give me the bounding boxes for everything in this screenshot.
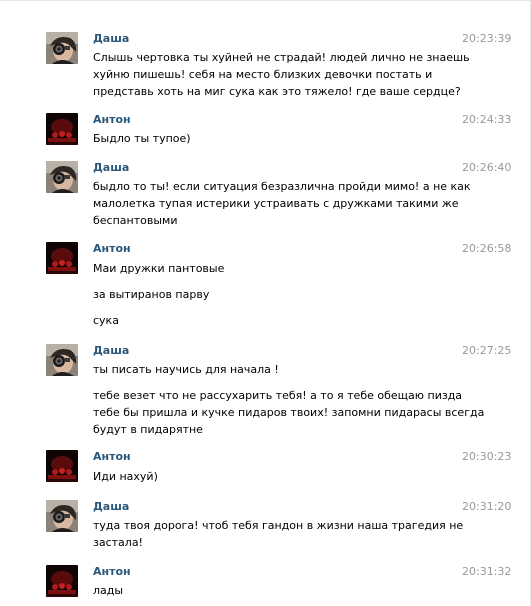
avatar-dasha[interactable] — [46, 32, 78, 64]
message-text-line: застала! — [93, 536, 143, 549]
message-author[interactable]: Антон — [93, 565, 131, 579]
message-author[interactable]: Даша — [93, 32, 129, 46]
user-photo-icon — [46, 450, 78, 482]
message-text-line: малолетка тупая истерики устраивать с др… — [93, 197, 459, 210]
message-author[interactable]: Даша — [93, 344, 129, 358]
message-text-line: сука — [93, 314, 119, 327]
message-history: Даша 20:23:39 Слышь чертовка ты хуйней н… — [0, 0, 531, 606]
user-photo-icon — [46, 500, 78, 532]
message-text-line: туда твоя дорога! чтоб тебя гандон в жиз… — [93, 519, 464, 532]
message-text-line: лады — [93, 584, 124, 597]
message-text-line: Слышь чертовка ты хуйней не страдай! люд… — [93, 51, 470, 64]
message-text-line: Маи дружки пантовые — [93, 262, 225, 275]
message-timestamp: 20:30:23 — [462, 450, 512, 463]
avatar-anton[interactable] — [46, 450, 78, 482]
message-timestamp: 20:26:40 — [462, 161, 512, 174]
avatar-dasha[interactable] — [46, 344, 78, 376]
message-timestamp: 20:26:58 — [462, 242, 512, 255]
message-timestamp: 20:31:32 — [462, 565, 512, 578]
user-photo-icon — [46, 32, 78, 64]
message-text-line: будут в пидарятне — [93, 423, 203, 436]
message-text-line: тебе бы пришла и кучке пидаров твоих! за… — [93, 406, 485, 419]
avatar-anton[interactable] — [46, 242, 78, 274]
message-text-line: за вытиранов парву — [93, 288, 210, 301]
user-photo-icon — [46, 113, 78, 145]
message-text-line: Быдло ты тупое) — [93, 132, 191, 145]
user-photo-icon — [46, 161, 78, 193]
message-text-line: тебе везет что не рассухарить тебя! а то… — [93, 389, 463, 402]
message-author[interactable]: Даша — [93, 500, 129, 514]
message-text-line: хуйню пишешь! себя на место близких дево… — [93, 68, 433, 81]
message-author[interactable]: Антон — [93, 242, 131, 256]
user-photo-icon — [46, 565, 78, 597]
message-timestamp: 20:27:25 — [462, 344, 512, 357]
avatar-anton[interactable] — [46, 113, 78, 145]
message-text-line: ты писать научись для начала ! — [93, 363, 279, 376]
message-author[interactable]: Антон — [93, 450, 131, 464]
message-text-line: беспантовыми — [93, 214, 178, 227]
avatar-anton[interactable] — [46, 565, 78, 597]
message-text-line: представь хоть на миг сука как это тяжел… — [93, 85, 461, 98]
avatar-dasha[interactable] — [46, 161, 78, 193]
message-text-line: быдло то ты! если ситуация безразлична п… — [93, 180, 471, 193]
message-text-line: Иди нахуй) — [93, 470, 158, 483]
user-photo-icon — [46, 242, 78, 274]
message-author[interactable]: Даша — [93, 161, 129, 175]
message-timestamp: 20:23:39 — [462, 32, 512, 45]
avatar-dasha[interactable] — [46, 500, 78, 532]
message-timestamp: 20:24:33 — [462, 113, 512, 126]
message-timestamp: 20:31:20 — [462, 500, 512, 513]
top-divider — [0, 0, 531, 1]
message-author[interactable]: Антон — [93, 113, 131, 127]
user-photo-icon — [46, 344, 78, 376]
